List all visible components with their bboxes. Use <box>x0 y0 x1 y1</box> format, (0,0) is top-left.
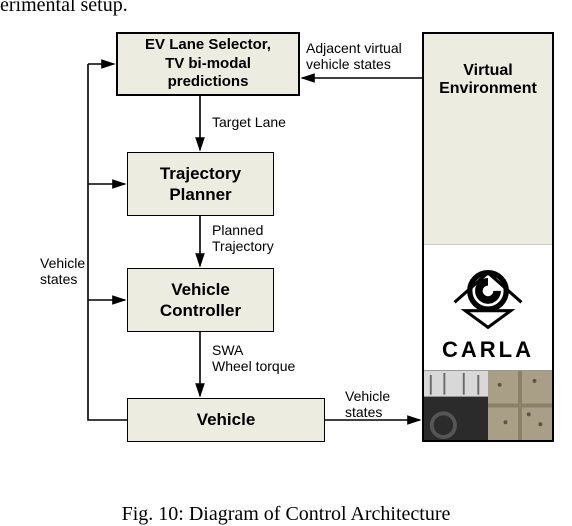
carla-logo-text: CARLA <box>442 337 534 363</box>
block-vehicle-controller-label: Vehicle Controller <box>160 279 241 322</box>
block-trajectory-planner: Trajectory Planner <box>127 152 274 216</box>
carla-logo-icon <box>450 259 526 335</box>
simulator-screenshots <box>424 370 552 440</box>
label-swa-torque: SWA Wheel torque <box>212 342 295 374</box>
label-vehicle-states-left: Vehicle states <box>40 255 85 287</box>
figure-caption: Fig. 10: Diagram of Control Architecture <box>0 503 572 526</box>
cropped-text-top: erimental setup. <box>0 0 128 17</box>
panel-virtual-environment: Virtual Environment CARLA <box>422 32 554 442</box>
virtual-environment-title: Virtual Environment <box>424 62 552 98</box>
block-lane-selector: EV Lane Selector, TV bi-modal prediction… <box>116 32 300 96</box>
sim-screenshot-topdown <box>488 370 552 440</box>
block-vehicle-controller: Vehicle Controller <box>127 268 274 332</box>
block-vehicle: Vehicle <box>127 398 325 442</box>
label-adjacent-virtual: Adjacent virtual vehicle states <box>306 40 402 72</box>
label-target-lane: Target Lane <box>212 114 286 130</box>
block-trajectory-planner-label: Trajectory Planner <box>160 163 241 206</box>
block-vehicle-label: Vehicle <box>197 409 256 430</box>
label-vehicle-states-right: Vehicle states <box>345 388 390 420</box>
block-lane-selector-label: EV Lane Selector, TV bi-modal prediction… <box>145 36 271 92</box>
label-planned-trajectory: Planned Trajectory <box>212 222 274 254</box>
sim-screenshot-cockpit <box>424 370 488 440</box>
